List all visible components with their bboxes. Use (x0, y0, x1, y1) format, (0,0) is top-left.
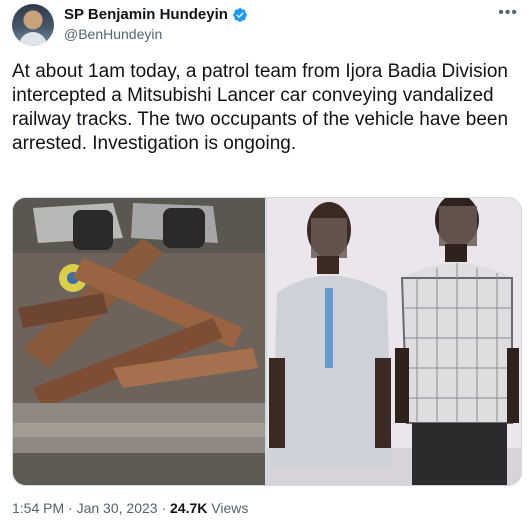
photo-two-arrested-suspects[interactable] (267, 198, 521, 485)
meta-separator: · (157, 500, 171, 516)
verified-badge-icon (233, 7, 247, 22)
meta-separator: · (64, 500, 77, 516)
views-label: Views (207, 500, 249, 516)
author-name-row: SP Benjamin Hundeyin (64, 6, 248, 23)
photo-car-trunk-railway-tracks[interactable] (13, 198, 265, 485)
tweet-text: At about 1am today, a patrol team from I… (12, 61, 509, 154)
avatar-figure (19, 32, 47, 46)
author-avatar[interactable] (12, 4, 54, 46)
tweet-time[interactable]: 1:54 PM (12, 500, 64, 516)
more-options-icon[interactable]: ••• (498, 4, 518, 22)
author-name[interactable]: SP Benjamin Hundeyin (64, 6, 228, 23)
views-count[interactable]: 24.7K (170, 500, 207, 516)
tweet-media[interactable] (12, 197, 522, 486)
tweet-meta: 1:54 PM · Jan 30, 2023 · 24.7K Views (12, 500, 248, 516)
tweet-date[interactable]: Jan 30, 2023 (77, 500, 158, 516)
author-handle[interactable]: @BenHundeyin (64, 26, 162, 42)
